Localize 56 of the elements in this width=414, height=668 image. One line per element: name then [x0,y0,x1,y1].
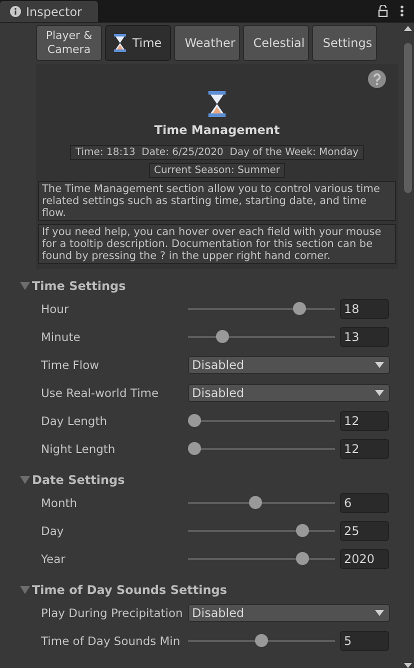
caret-icon [375,610,384,616]
tab[interactable]: Player & Camera [36,25,102,61]
slider-thumb[interactable] [296,524,309,537]
field-label: Hour [41,302,70,316]
field-label: Play During Precipitation [41,606,184,620]
section-title: Time Management [154,123,280,137]
dropdown[interactable]: Disabled [188,356,390,374]
number-field[interactable]: 12 [340,411,389,431]
field-label: Day Length [41,414,108,428]
status-label: Current Season: Summer [148,163,285,178]
number-field[interactable]: 18 [340,299,389,319]
number-field[interactable]: 2020 [340,549,389,569]
section-header[interactable]: Date Settings [20,471,402,489]
slider-thumb[interactable] [216,330,230,343]
section-header[interactable]: Time Settings [20,277,402,295]
help-icon[interactable] [368,70,386,88]
caret-icon [375,390,384,396]
lock-icon[interactable] [378,5,388,17]
field-label: Night Length [41,442,116,456]
number-field[interactable]: 13 [340,327,389,347]
field-label: Use Real-world Time [41,386,160,400]
tab[interactable]: Celestial [243,25,309,61]
status-label: Time: 18:13 Date: 6/25/2020 Day of the Week: Monday [70,145,364,160]
slider-thumb[interactable] [254,634,268,647]
field-label: Time Flow [41,358,100,372]
number-field[interactable]: 5 [340,631,389,651]
slider-thumb[interactable] [292,302,306,315]
info-icon [10,6,21,17]
field-label: Month [41,496,78,510]
hourglass-icon [114,34,126,52]
slider-thumb[interactable] [296,552,309,565]
field-label: Minute [41,330,82,344]
number-field[interactable]: 12 [340,439,389,459]
number-field[interactable]: 6 [340,493,389,513]
number-field[interactable]: 25 [340,521,389,541]
section-header[interactable]: Time of Day Sounds Settings [20,581,402,599]
help-text: If you need help, you can hover over each field with your mouse for a tooltip description. Documentation for this section can be found by pressing the ? in the upper right hand corner. [38,224,396,264]
tab[interactable]: Weather [174,25,240,61]
tab[interactable]: Settings [312,25,377,61]
slider-thumb[interactable] [248,496,262,509]
field-label: Day [41,524,65,538]
slider-thumb[interactable] [188,442,202,455]
tab[interactable]: Time [105,25,171,61]
scrollbar-thumb[interactable] [404,43,412,193]
inspector-tab[interactable]: Inspector [0,1,98,22]
caret-icon [375,362,384,368]
hourglass-icon [208,91,226,117]
scroll-up-icon[interactable] [404,26,412,31]
more-icon[interactable] [400,5,404,17]
dropdown[interactable]: Disabled [188,384,390,402]
dropdown[interactable]: Disabled [188,604,390,622]
scroll-down-icon[interactable] [404,663,412,668]
help-text: The Time Management section allow you to control various time related settings such as starting time, starting date, and time flow. [38,181,396,221]
field-label: Time of Day Sounds Min [41,634,182,648]
slider-thumb[interactable] [188,414,202,427]
field-label: Year [41,552,66,566]
